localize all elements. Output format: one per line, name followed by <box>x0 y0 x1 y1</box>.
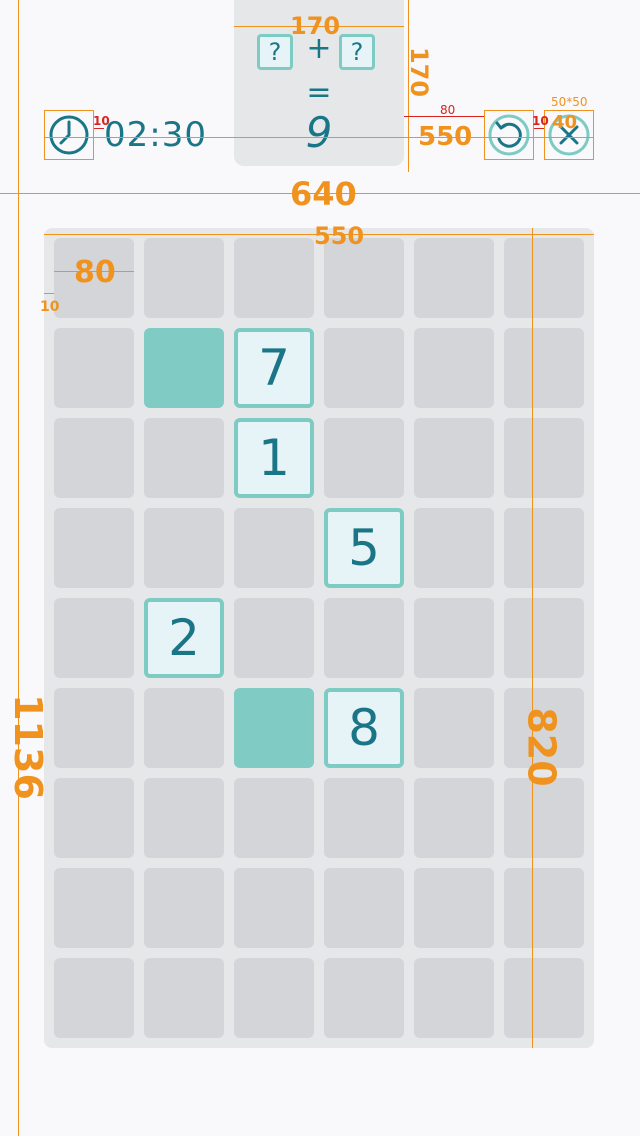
empty-cell[interactable] <box>144 778 224 858</box>
screen-height-label: 1136 <box>5 694 50 800</box>
filled-cell[interactable] <box>234 688 314 768</box>
empty-cell[interactable] <box>234 508 314 588</box>
empty-cell[interactable] <box>414 868 494 948</box>
button-gap-guide-2 <box>534 128 544 129</box>
empty-cell[interactable] <box>414 238 494 318</box>
empty-cell[interactable] <box>504 328 584 408</box>
number-tile[interactable]: 5 <box>324 508 404 588</box>
equation-right-slot[interactable]: ? <box>339 34 375 70</box>
board-height-guide <box>532 228 533 1048</box>
empty-cell[interactable] <box>324 598 404 678</box>
empty-cell[interactable] <box>414 508 494 588</box>
empty-cell[interactable] <box>414 958 494 1038</box>
number-tile[interactable]: 8 <box>324 688 404 768</box>
empty-cell[interactable] <box>504 958 584 1038</box>
button-size-label: 40 <box>552 112 578 133</box>
button-spec-label: 50*50 <box>551 95 588 109</box>
empty-cell[interactable] <box>234 868 314 948</box>
empty-cell[interactable] <box>504 598 584 678</box>
empty-cell[interactable] <box>504 238 584 318</box>
empty-cell[interactable] <box>234 958 314 1038</box>
timer-gap-label: 10 <box>93 114 110 128</box>
empty-cell[interactable] <box>504 508 584 588</box>
empty-cell[interactable] <box>324 868 404 948</box>
button-gap-label-2: 10 <box>532 114 549 128</box>
panel-width-label: 170 <box>290 12 341 40</box>
empty-cell[interactable] <box>54 508 134 588</box>
equation-equals: = <box>306 75 332 110</box>
screen-width-label: 640 <box>290 175 357 213</box>
equation-left-slot[interactable]: ? <box>257 34 293 70</box>
empty-cell[interactable] <box>144 868 224 948</box>
number-tile[interactable]: 7 <box>234 328 314 408</box>
number-tile[interactable]: 2 <box>144 598 224 678</box>
empty-cell[interactable] <box>414 418 494 498</box>
board-width-label: 550 <box>314 222 365 250</box>
number-tile[interactable]: 1 <box>234 418 314 498</box>
empty-cell[interactable] <box>54 958 134 1038</box>
clock-icon-box <box>44 110 94 160</box>
empty-cell[interactable] <box>54 778 134 858</box>
empty-cell[interactable] <box>324 958 404 1038</box>
empty-cell[interactable] <box>504 778 584 858</box>
empty-cell[interactable] <box>324 328 404 408</box>
screen-height-guide <box>18 0 19 1136</box>
timer-gap-guide <box>94 128 104 129</box>
empty-cell[interactable] <box>144 958 224 1038</box>
empty-cell[interactable] <box>414 688 494 768</box>
equation-target: 9 <box>305 108 333 157</box>
empty-cell[interactable] <box>144 508 224 588</box>
header-span-label: 550 <box>418 122 473 152</box>
empty-cell[interactable] <box>234 238 314 318</box>
reset-icon-box <box>484 110 534 160</box>
empty-cell[interactable] <box>54 328 134 408</box>
empty-cell[interactable] <box>54 688 134 768</box>
empty-cell[interactable] <box>144 688 224 768</box>
button-gap-label: 80 <box>440 103 456 117</box>
game-board: 7 15 2 8 <box>44 228 594 1048</box>
empty-cell[interactable] <box>324 418 404 498</box>
empty-cell[interactable] <box>414 598 494 678</box>
cell-gap-label: 10 <box>40 299 60 315</box>
empty-cell[interactable] <box>504 418 584 498</box>
panel-height-label: 170 <box>405 46 434 98</box>
empty-cell[interactable] <box>54 598 134 678</box>
empty-cell[interactable] <box>234 778 314 858</box>
cell-gap-guide <box>44 293 54 294</box>
empty-cell[interactable] <box>414 328 494 408</box>
empty-cell[interactable] <box>414 778 494 858</box>
empty-cell[interactable] <box>144 418 224 498</box>
empty-cell[interactable] <box>54 418 134 498</box>
timer: 02:30 <box>104 115 207 155</box>
board-height-label: 820 <box>519 707 564 787</box>
empty-cell[interactable] <box>54 868 134 948</box>
empty-cell[interactable] <box>324 778 404 858</box>
empty-cell[interactable] <box>324 238 404 318</box>
empty-cell[interactable] <box>144 238 224 318</box>
filled-cell[interactable] <box>144 328 224 408</box>
cell-size-label: 80 <box>74 255 116 290</box>
empty-cell[interactable] <box>234 598 314 678</box>
empty-cell[interactable] <box>504 868 584 948</box>
